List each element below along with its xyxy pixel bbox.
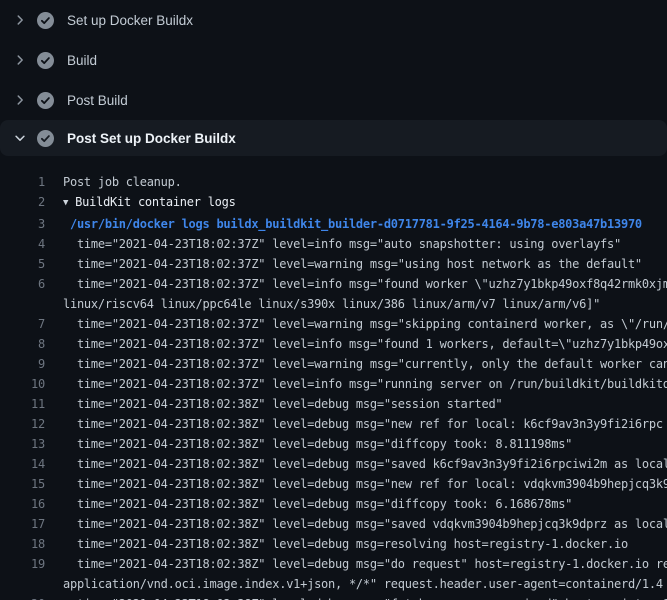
log-line: 13 time="2021-04-23T18:02:38Z" level=deb…: [0, 434, 667, 454]
log-line: 19 time="2021-04-23T18:02:38Z" level=deb…: [0, 554, 667, 594]
log-line: 20 time="2021-04-23T18:02:38Z" level=deb…: [0, 594, 667, 600]
log-line-number[interactable]: 14: [0, 454, 45, 474]
log-line-text: /usr/bin/docker logs buildx_buildkit_bui…: [63, 214, 642, 234]
step-header-set-up-docker-buildx[interactable]: Set up Docker Buildx: [0, 0, 667, 40]
log-line-text: time="2021-04-23T18:02:38Z" level=debug …: [63, 474, 667, 494]
log-line-number[interactable]: 18: [0, 534, 45, 554]
log-line: 3 /usr/bin/docker logs buildx_buildkit_b…: [0, 214, 667, 234]
log-line-number[interactable]: 17: [0, 514, 45, 534]
log-line-text: time="2021-04-23T18:02:37Z" level=info m…: [63, 234, 621, 254]
log-line-number[interactable]: 15: [0, 474, 45, 494]
step-label: Set up Docker Buildx: [67, 13, 193, 28]
log-line-text: time="2021-04-23T18:02:38Z" level=debug …: [63, 514, 667, 534]
log-line: 6 time="2021-04-23T18:02:37Z" level=info…: [0, 274, 667, 314]
log-line-number[interactable]: 9: [0, 354, 45, 374]
log-line-number[interactable]: 4: [0, 234, 45, 254]
log-line-number[interactable]: 6: [0, 274, 45, 294]
log-line-number[interactable]: 11: [0, 394, 45, 414]
log-line-number[interactable]: 19: [0, 554, 45, 574]
log-line-number[interactable]: 20: [0, 594, 45, 600]
log-line-text: time="2021-04-23T18:02:38Z" level=debug …: [63, 534, 628, 554]
check-circle-icon: [37, 92, 54, 109]
group-label[interactable]: BuildKit container logs: [75, 195, 235, 209]
chevron-right-icon: [12, 92, 28, 108]
log-line-text: time="2021-04-23T18:02:37Z" level=warnin…: [63, 254, 642, 274]
log-line: 8 time="2021-04-23T18:02:37Z" level=info…: [0, 334, 667, 354]
chevron-right-icon: [12, 52, 28, 68]
log-line: 18 time="2021-04-23T18:02:38Z" level=deb…: [0, 534, 667, 554]
group-collapse-triangle-icon[interactable]: ▼: [63, 193, 68, 213]
check-circle-icon: [37, 52, 54, 69]
log-line-text: time="2021-04-23T18:02:37Z" level=warnin…: [63, 354, 667, 374]
log-line: 17 time="2021-04-23T18:02:38Z" level=deb…: [0, 514, 667, 534]
step-header-post-set-up-docker-buildx[interactable]: Post Set up Docker Buildx: [0, 120, 667, 156]
step-label: Post Set up Docker Buildx: [67, 131, 236, 146]
check-circle-icon: [37, 130, 54, 147]
log-line-number[interactable]: 13: [0, 434, 45, 454]
step-header-build[interactable]: Build: [0, 40, 667, 80]
log-line-text: time="2021-04-23T18:02:37Z" level=info m…: [63, 334, 667, 354]
log-line-number[interactable]: 5: [0, 254, 45, 274]
log-line-number[interactable]: 2: [0, 192, 45, 212]
log-line: 15 time="2021-04-23T18:02:38Z" level=deb…: [0, 474, 667, 494]
log-line-text: time="2021-04-23T18:02:38Z" level=debug …: [63, 554, 667, 594]
log-line-number[interactable]: 3: [0, 214, 45, 234]
step-label: Post Build: [67, 93, 128, 108]
log-line: 4 time="2021-04-23T18:02:37Z" level=info…: [0, 234, 667, 254]
log-line-text: time="2021-04-23T18:02:38Z" level=debug …: [63, 494, 572, 514]
log-area: 1 Post job cleanup. 2 ▼ BuildKit containe…: [0, 156, 667, 600]
log-line-text: time="2021-04-23T18:02:37Z" level=info m…: [63, 274, 667, 314]
log-line-number[interactable]: 7: [0, 314, 45, 334]
log-line: 5 time="2021-04-23T18:02:37Z" level=warn…: [0, 254, 667, 274]
step-header-post-build[interactable]: Post Build: [0, 80, 667, 120]
log-line-number[interactable]: 12: [0, 414, 45, 434]
log-line: 12 time="2021-04-23T18:02:38Z" level=deb…: [0, 414, 667, 434]
log-line-text: ▼ BuildKit container logs: [63, 192, 236, 214]
log-line-text: time="2021-04-23T18:02:38Z" level=debug …: [63, 434, 572, 454]
log-line-text: time="2021-04-23T18:02:38Z" level=debug …: [63, 394, 502, 414]
check-circle-icon: [37, 12, 54, 29]
step-label: Build: [67, 53, 97, 68]
log-line-number[interactable]: 10: [0, 374, 45, 394]
log-line: 16 time="2021-04-23T18:02:38Z" level=deb…: [0, 494, 667, 514]
log-line: 14 time="2021-04-23T18:02:38Z" level=deb…: [0, 454, 667, 474]
log-line-text: Post job cleanup.: [63, 172, 182, 192]
log-line: 7 time="2021-04-23T18:02:37Z" level=warn…: [0, 314, 667, 334]
log-line-number[interactable]: 16: [0, 494, 45, 514]
log-line-number[interactable]: 1: [0, 172, 45, 192]
log-line-number[interactable]: 8: [0, 334, 45, 354]
chevron-right-icon: [12, 12, 28, 28]
log-line-text: time="2021-04-23T18:02:38Z" level=debug …: [63, 454, 667, 474]
log-line: 1 Post job cleanup.: [0, 172, 667, 192]
log-line: 11 time="2021-04-23T18:02:38Z" level=deb…: [0, 394, 667, 414]
log-line: 9 time="2021-04-23T18:02:37Z" level=warn…: [0, 354, 667, 374]
log-line: 2 ▼ BuildKit container logs: [0, 192, 667, 214]
log-line: 10 time="2021-04-23T18:02:37Z" level=inf…: [0, 374, 667, 394]
chevron-down-icon: [12, 130, 28, 146]
log-line-text: time="2021-04-23T18:02:38Z" level=debug …: [63, 594, 667, 600]
log-line-text: time="2021-04-23T18:02:37Z" level=info m…: [63, 374, 667, 394]
log-line-text: time="2021-04-23T18:02:37Z" level=warnin…: [63, 314, 667, 334]
log-line-text: time="2021-04-23T18:02:38Z" level=debug …: [63, 414, 663, 434]
